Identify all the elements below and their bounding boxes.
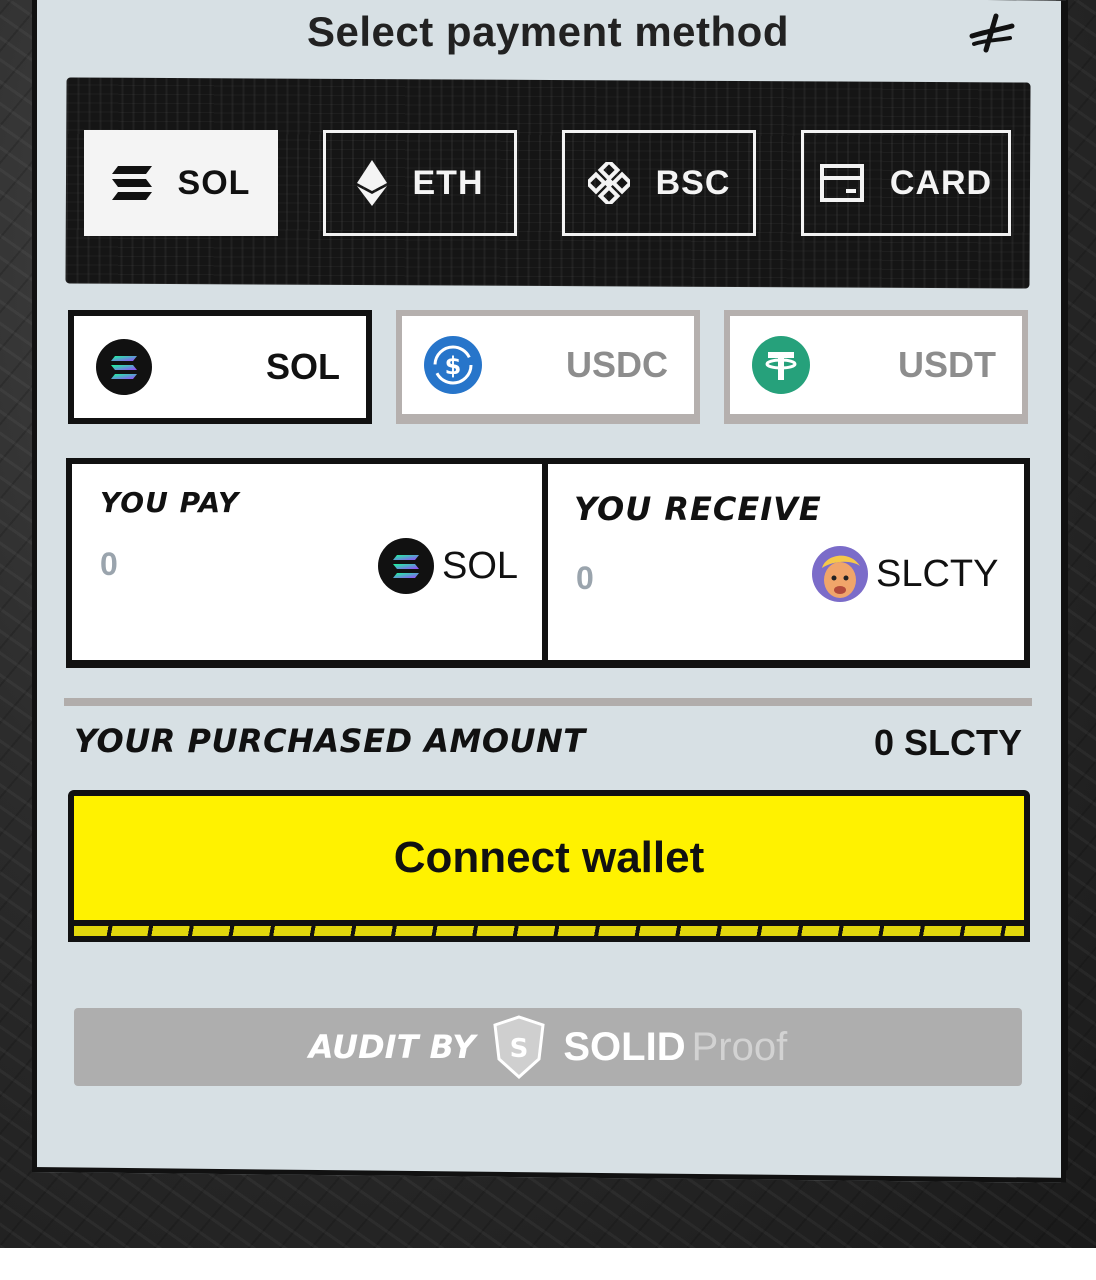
you-pay-token: SOL	[378, 538, 518, 594]
network-tab-sol[interactable]: SOL	[84, 130, 278, 236]
card-icon	[819, 164, 864, 202]
usdc-icon: $	[424, 336, 482, 394]
network-tab-label: CARD	[889, 163, 993, 202]
you-pay-input[interactable]: 0	[100, 546, 118, 583]
tether-icon	[752, 336, 810, 394]
token-option-label: SOL	[265, 346, 340, 387]
solana-icon	[111, 166, 152, 200]
you-pay-token-label: SOL	[442, 544, 519, 587]
purchased-amount-value: 0 SLCTY	[873, 722, 1022, 763]
token-option-label: USDC	[565, 344, 668, 385]
ethereum-icon	[356, 160, 387, 206]
token-option-usdc[interactable]: $ USDC	[396, 310, 700, 424]
network-tab-eth[interactable]: ETH	[323, 130, 517, 236]
connect-wallet-button[interactable]: Connect wallet	[68, 790, 1030, 952]
token-option-usdt[interactable]: USDT	[724, 310, 1028, 424]
bnb-icon	[587, 162, 630, 204]
audit-brand: SOLID Proof	[563, 1025, 787, 1070]
audit-label: AUDIT BY	[308, 1028, 476, 1066]
solana-icon	[378, 538, 434, 594]
network-tab-label: ETH	[412, 163, 484, 202]
connect-wallet-label: Connect wallet	[68, 790, 1030, 926]
close-icon[interactable]	[966, 10, 1018, 54]
svg-text:$: $	[445, 352, 462, 380]
you-receive-label: YOU RECEIVE	[574, 490, 822, 528]
solana-icon	[96, 339, 152, 395]
network-tab-card[interactable]: CARD	[801, 130, 1011, 236]
divider	[64, 698, 1032, 706]
you-receive-input: 0	[576, 560, 594, 596]
you-receive-token: SLCTY	[812, 546, 998, 602]
token-option-label: USDT	[898, 344, 996, 385]
audit-brand-bold: SOLID	[563, 1024, 686, 1069]
network-tab-bsc[interactable]: BSC	[562, 130, 756, 236]
network-tab-label: SOL	[177, 163, 251, 202]
audit-brand-light: Proof	[691, 1024, 788, 1069]
solidproof-shield-icon: S	[493, 1015, 545, 1079]
network-tab-label: BSC	[655, 163, 731, 202]
you-receive-token-label: SLCTY	[876, 552, 999, 595]
you-pay-label: YOU PAY	[100, 486, 240, 519]
purchased-amount-label: YOUR PURCHASED AMOUNT	[74, 722, 586, 760]
svg-text:S: S	[510, 1034, 529, 1064]
page-title: Select payment method	[307, 8, 789, 55]
audit-badge[interactable]: AUDIT BY S SOLID Proof	[74, 1008, 1022, 1086]
slcty-avatar-icon	[812, 546, 868, 602]
token-option-sol[interactable]: SOL	[68, 310, 372, 424]
